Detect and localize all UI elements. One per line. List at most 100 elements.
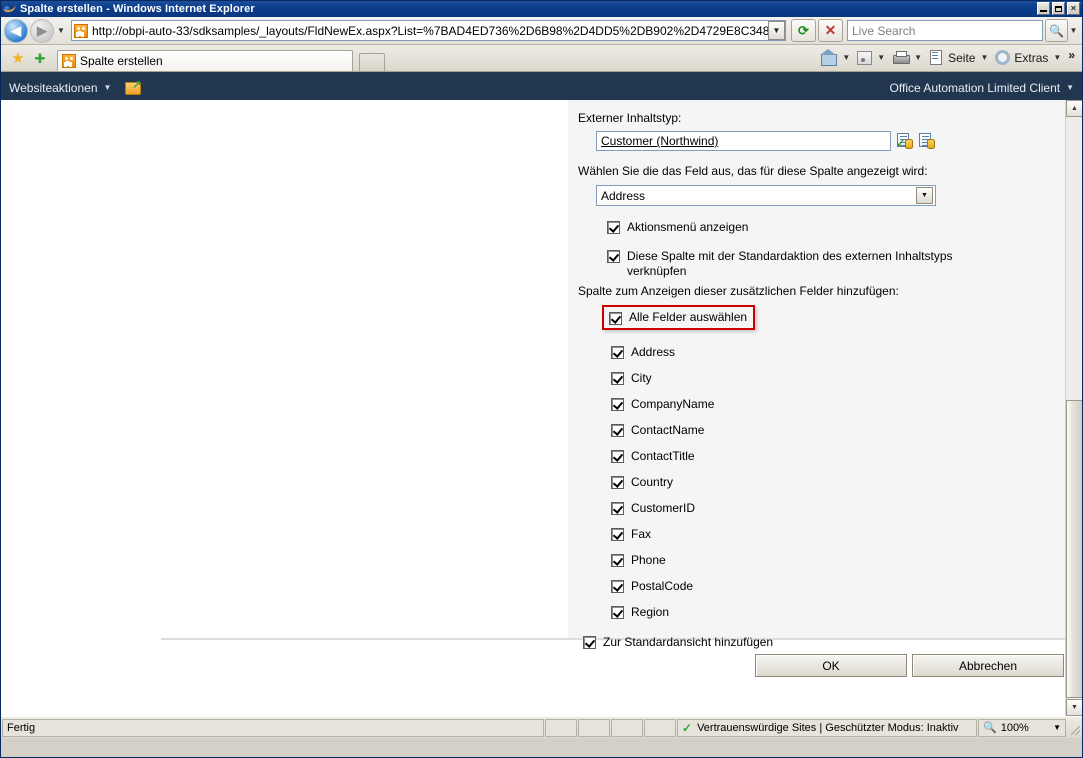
forward-button[interactable]: ▶ (30, 18, 54, 43)
search-button[interactable]: 🔍 (1045, 19, 1068, 42)
sharepoint-header: Websiteaktionen ▼ Office Automation Limi… (1, 72, 1082, 100)
scroll-up-button[interactable]: ▲ (1066, 100, 1082, 117)
page-caret-icon[interactable]: ▼ (978, 53, 992, 62)
tab-spalte-erstellen[interactable]: Spalte erstellen (57, 50, 353, 71)
new-tab-button[interactable] (359, 53, 385, 71)
maximize-button[interactable] (1052, 2, 1065, 15)
select-all-checkbox[interactable] (609, 311, 622, 325)
check-content-type-icon[interactable]: ✓ (896, 133, 913, 150)
status-slot-1 (545, 718, 577, 737)
list-item[interactable]: Address (611, 345, 1067, 360)
refresh-button[interactable]: ⟳ (791, 19, 816, 42)
list-item[interactable]: Region (611, 605, 1067, 620)
search-provider-dropdown[interactable]: ▼ (1068, 19, 1079, 42)
additional-fields-label: Spalte zum Anzeigen dieser zusätzlichen … (578, 284, 899, 298)
site-actions-menu[interactable]: Websiteaktionen ▼ (9, 81, 111, 95)
user-menu-label: Office Automation Limited Client (889, 80, 1061, 95)
page-icon (929, 50, 944, 65)
tab-label: Spalte erstellen (80, 54, 163, 68)
search-input[interactable]: Live Search (847, 20, 1043, 41)
cancel-button[interactable]: Abbrechen (912, 654, 1064, 677)
address-bar[interactable]: http://obpi-auto-33/sdksamples/_layouts/… (71, 20, 786, 41)
field-checkbox-list: Address City CompanyName ContactName Con… (611, 345, 1067, 620)
zoom-control[interactable]: 🔍 100% ▼ (978, 718, 1066, 737)
field-checkbox-address[interactable] (611, 346, 624, 359)
list-item[interactable]: Country (611, 475, 1067, 490)
select-all-highlight: Alle Felder auswählen (602, 305, 756, 330)
list-item[interactable]: ContactName (611, 423, 1067, 438)
field-checkbox-companyname[interactable] (611, 398, 624, 411)
field-checkbox-customerid[interactable] (611, 502, 624, 515)
field-checkbox-city[interactable] (611, 372, 624, 385)
list-item[interactable]: CompanyName (611, 397, 1067, 412)
list-item[interactable]: City (611, 371, 1067, 386)
tab-bar: ★ ✚ Spalte erstellen ▼ ▼ ▼ Seite ▼ Extra… (1, 45, 1082, 72)
status-bar: Fertig ✓ Vertrauenswürdige Sites | Gesch… (1, 716, 1082, 738)
print-button[interactable] (889, 47, 912, 69)
address-input[interactable]: http://obpi-auto-33/sdksamples/_layouts/… (92, 24, 768, 38)
field-label: City (631, 371, 652, 385)
field-checkbox-fax[interactable] (611, 528, 624, 541)
content-type-row: Customer (Northwind) ✓ (596, 131, 1067, 151)
display-field-row: Address ▼ (596, 185, 1067, 206)
command-bar: ▼ ▼ ▼ Seite ▼ Extras ▼ » (817, 44, 1082, 71)
back-arrow-icon: ◀ (11, 23, 21, 38)
user-menu[interactable]: Office Automation Limited Client ▼ (890, 81, 1074, 95)
internet-explorer-icon: e (2, 2, 17, 16)
page-scrollbar[interactable]: ▲ ▼ (1065, 100, 1082, 716)
zoom-caret-icon: ▼ (1053, 723, 1061, 732)
page-menu-button[interactable]: Seite (926, 47, 978, 69)
link-default-action-checkbox[interactable] (607, 250, 620, 263)
list-item[interactable]: ContactTitle (611, 449, 1067, 464)
list-item[interactable]: CustomerID (611, 501, 1067, 516)
content-type-input[interactable]: Customer (Northwind) (596, 131, 891, 151)
home-caret-icon[interactable]: ▼ (840, 53, 854, 62)
tools-menu-button[interactable]: Extras (992, 47, 1051, 69)
status-slot-4 (644, 718, 676, 737)
scroll-down-button[interactable]: ▼ (1066, 699, 1082, 716)
show-actions-menu-checkbox[interactable] (607, 221, 620, 234)
display-field-select[interactable]: Address ▼ (596, 185, 936, 206)
list-item[interactable]: PostalCode (611, 579, 1067, 594)
link-default-action-row[interactable]: Diese Spalte mit der Standardaktion des … (607, 249, 957, 279)
add-favorite-icon: ✚ (34, 50, 46, 66)
field-checkbox-region[interactable] (611, 606, 624, 619)
history-dropdown-button[interactable]: ▼ (54, 19, 68, 43)
add-favorite-button[interactable]: ✚ (29, 47, 51, 69)
feeds-caret-icon[interactable]: ▼ (875, 53, 889, 62)
resize-grip[interactable] (1068, 719, 1082, 737)
field-label: ContactTitle (631, 449, 695, 463)
folder-open-icon[interactable] (125, 80, 142, 95)
stop-button[interactable]: ✕ (818, 19, 843, 42)
list-item[interactable]: Phone (611, 553, 1067, 568)
print-caret-icon[interactable]: ▼ (912, 53, 926, 62)
close-button[interactable]: ✕ (1067, 2, 1080, 15)
site-actions-label: Websiteaktionen (9, 80, 98, 95)
favorites-center-button[interactable]: ★ (7, 47, 29, 69)
add-to-default-view-row[interactable]: Zur Standardansicht hinzufügen (583, 635, 1067, 650)
field-checkbox-contactname[interactable] (611, 424, 624, 437)
add-to-default-view-checkbox[interactable] (583, 636, 596, 649)
security-zone-indicator[interactable]: ✓ Vertrauenswürdige Sites | Geschützter … (677, 718, 977, 737)
field-label: ContactName (631, 423, 705, 437)
browse-content-type-icon[interactable] (919, 133, 935, 149)
magnifier-icon: 🔍 (983, 722, 997, 734)
field-checkbox-contacttitle[interactable] (611, 450, 624, 463)
star-icon: ★ (11, 49, 25, 67)
refresh-icon: ⟳ (798, 22, 809, 38)
field-checkbox-postalcode[interactable] (611, 580, 624, 593)
back-button[interactable]: ◀ (4, 18, 28, 43)
show-actions-menu-row[interactable]: Aktionsmenü anzeigen (607, 220, 1067, 235)
field-checkbox-country[interactable] (611, 476, 624, 489)
tools-caret-icon[interactable]: ▼ (1051, 53, 1065, 62)
home-button[interactable] (817, 47, 840, 69)
feeds-button[interactable] (854, 47, 875, 69)
address-dropdown-button[interactable]: ▼ (768, 21, 785, 40)
home-icon (820, 49, 838, 66)
field-checkbox-phone[interactable] (611, 554, 624, 567)
minimize-button[interactable] (1037, 2, 1050, 15)
ok-button[interactable]: OK (755, 654, 907, 677)
scrollbar-thumb[interactable] (1066, 400, 1082, 698)
list-item[interactable]: Fax (611, 527, 1067, 542)
command-overflow-button[interactable]: » (1065, 47, 1078, 69)
